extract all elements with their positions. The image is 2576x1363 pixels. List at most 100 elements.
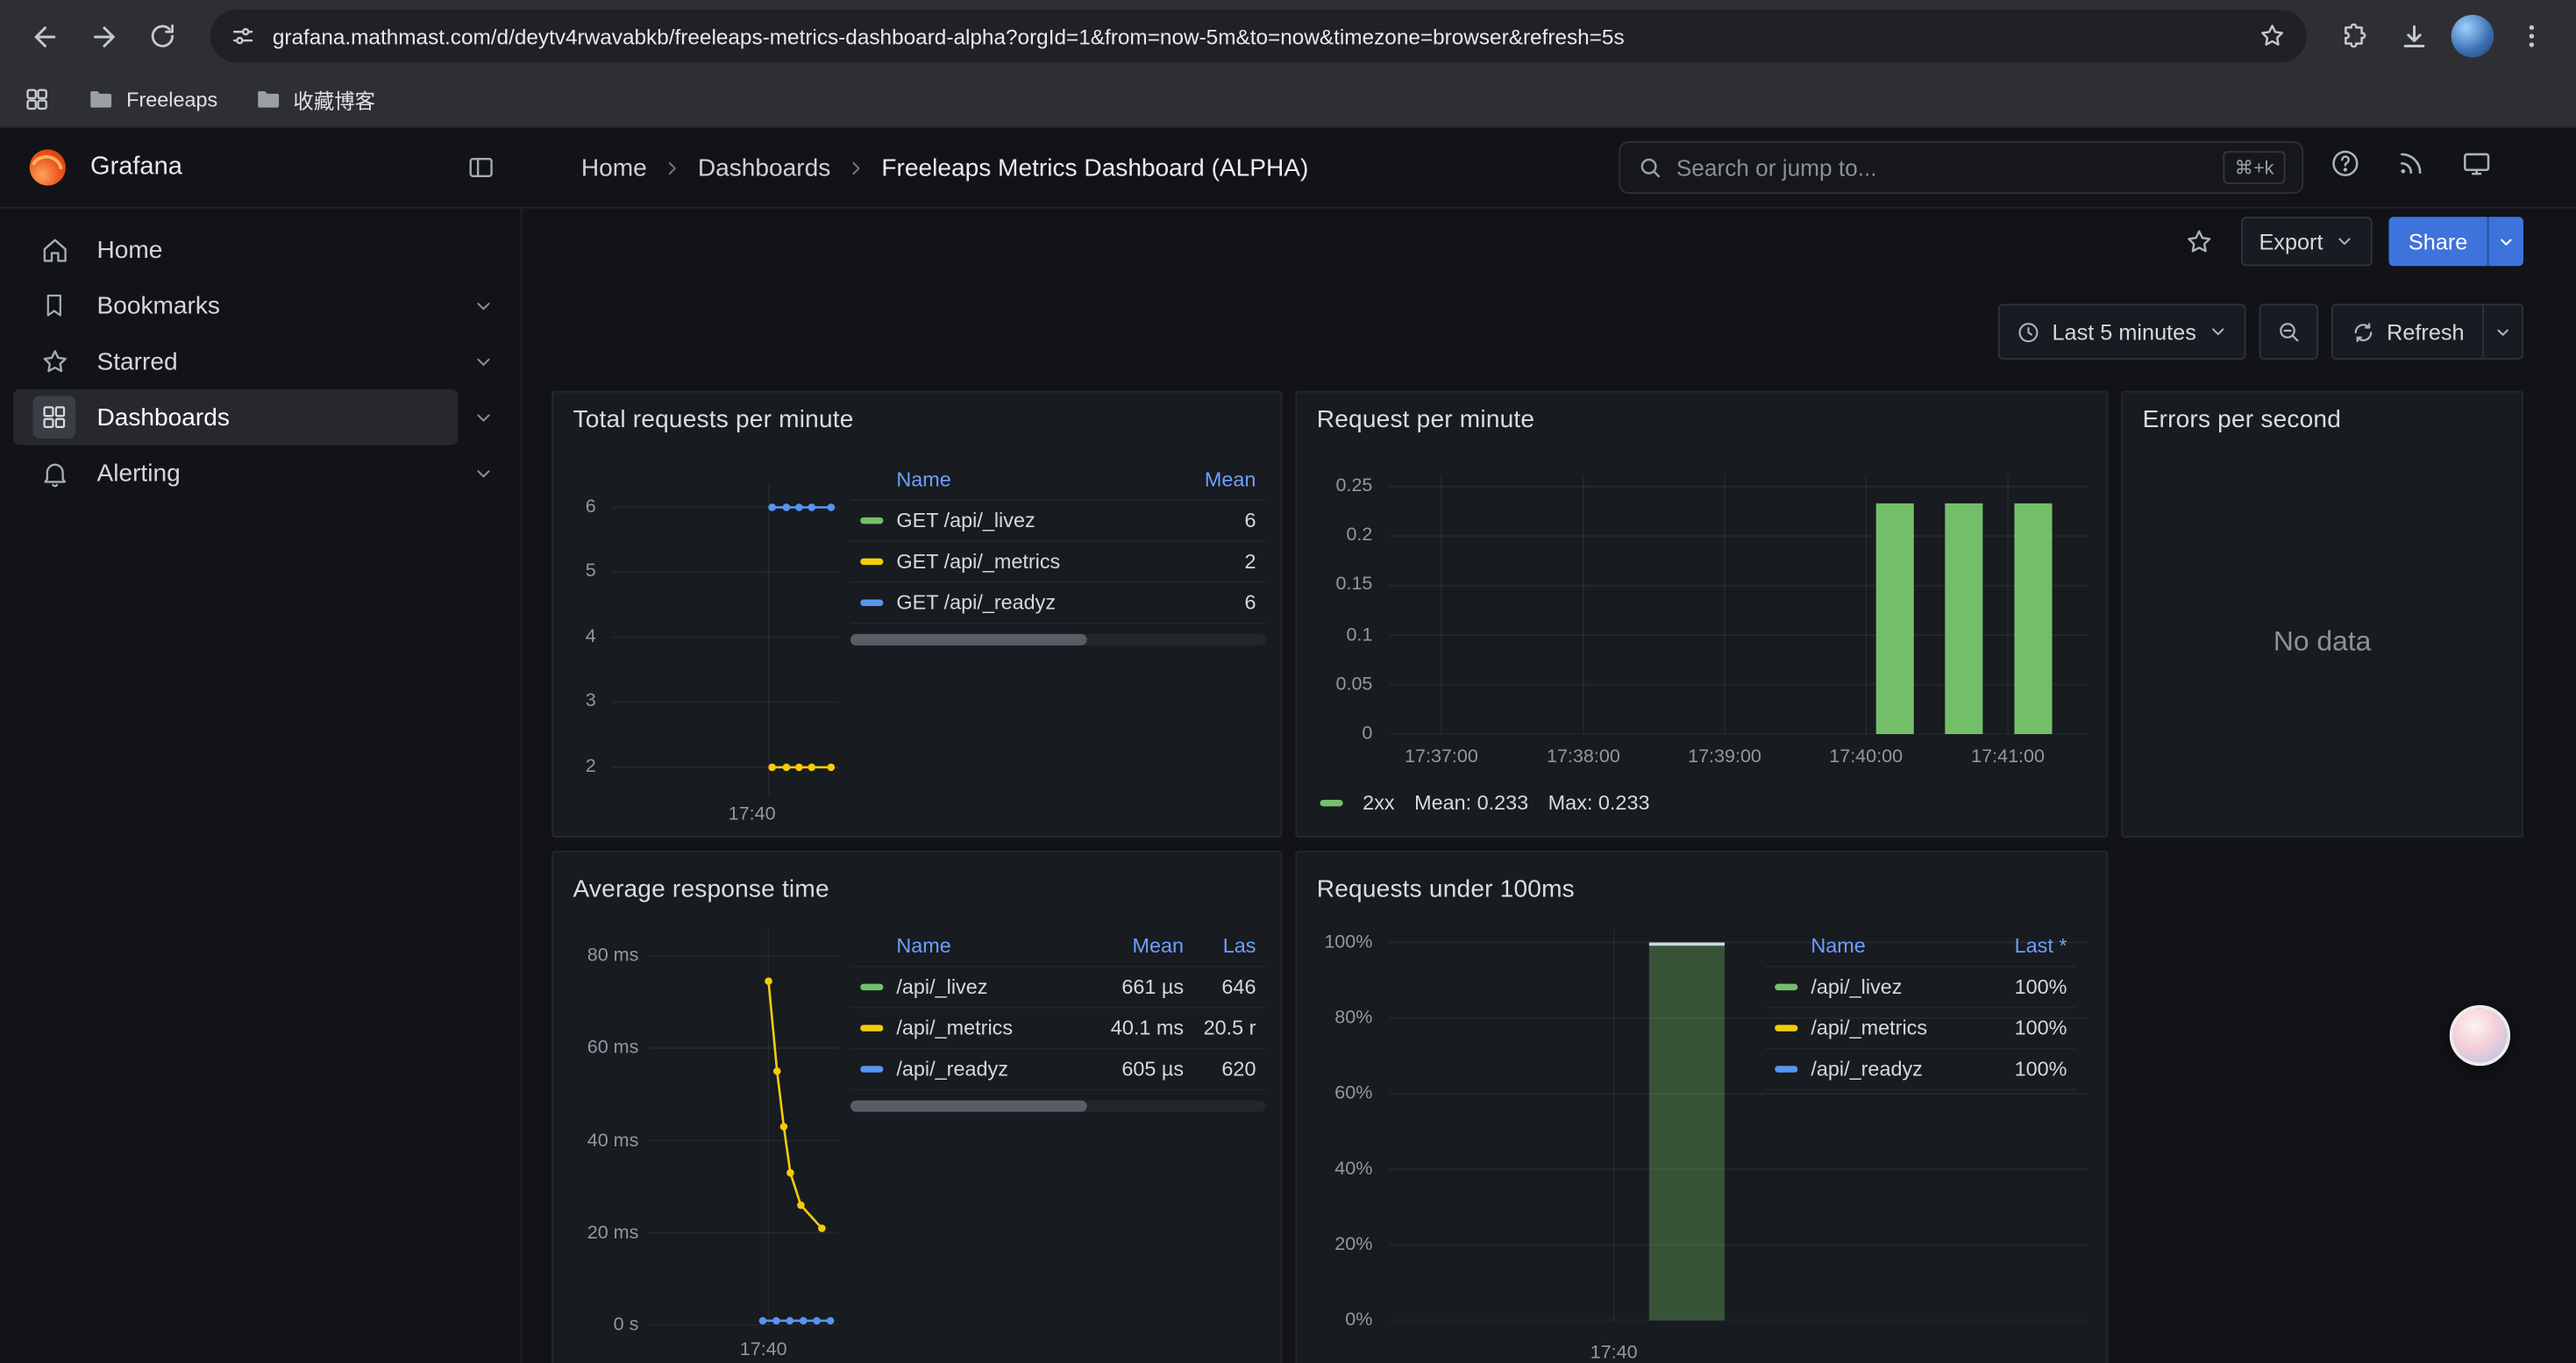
sidebar-item-dashboards[interactable]: Dashboards	[13, 389, 458, 446]
browser-menu-button[interactable]	[2504, 8, 2560, 64]
zoom-out-time-button[interactable]	[2259, 303, 2317, 360]
panel-title[interactable]: Errors per second	[2143, 406, 2341, 434]
reload-button[interactable]	[135, 8, 191, 64]
panel-average-response-time: Average response time 80 ms 60 ms 40 ms …	[551, 851, 1282, 1363]
extensions-button[interactable]	[2326, 8, 2382, 64]
share-menu-button[interactable]	[2487, 217, 2523, 266]
share-button[interactable]: Share	[2388, 217, 2487, 266]
series-name[interactable]: /api/_metrics	[896, 1017, 1082, 1039]
legend-col-mean[interactable]: Mean	[1180, 467, 1256, 490]
bookmark-star-icon[interactable]	[2258, 21, 2288, 51]
share-split-button: Share	[2388, 217, 2523, 266]
legend-col-last[interactable]: Las	[1184, 934, 1256, 957]
series-name[interactable]: /api/_livez	[1811, 975, 1982, 998]
refresh-interval-button[interactable]	[2482, 305, 2522, 358]
legend-col-mean[interactable]: Mean	[1082, 934, 1184, 957]
grafana-logo[interactable]	[26, 146, 69, 189]
kiosk-mode-button[interactable]	[2461, 148, 2493, 188]
export-button[interactable]: Export	[2241, 217, 2373, 266]
legend-row: /api/_readyz 605 µs 620	[850, 1050, 1266, 1091]
breadcrumb-dashboards[interactable]: Dashboards	[698, 153, 830, 182]
expand-bookmarks-button[interactable]	[458, 281, 507, 330]
help-button[interactable]	[2330, 148, 2361, 188]
sidebar-item-home[interactable]: Home	[13, 222, 508, 278]
expand-dashboards-button[interactable]	[458, 393, 507, 442]
floating-avatar-widget[interactable]	[2450, 1005, 2510, 1066]
series-mean-value: 6	[1180, 591, 1256, 614]
expand-alerting-button[interactable]	[458, 448, 507, 497]
sidebar-item-label: Alerting	[96, 459, 180, 487]
y-axis-tick: 40 ms	[587, 1131, 639, 1151]
time-range-picker[interactable]: Last 5 minutes	[1998, 303, 2245, 360]
series-name[interactable]: /api/_readyz	[896, 1058, 1082, 1081]
forward-button[interactable]	[75, 8, 132, 64]
sidebar-item-starred[interactable]: Starred	[13, 333, 458, 389]
search-input[interactable]	[1676, 154, 2210, 181]
legend-col-name[interactable]: Name	[896, 934, 1082, 957]
news-button[interactable]	[2395, 148, 2427, 188]
reload-icon	[148, 21, 178, 51]
sidebar-item-bookmarks[interactable]: Bookmarks	[13, 277, 458, 333]
series-name[interactable]: 2xx	[1363, 792, 1394, 815]
legend-scrollbar[interactable]	[850, 1101, 1266, 1112]
line-chart[interactable]	[649, 928, 839, 1325]
y-axis-tick: 4	[586, 627, 596, 646]
series-name[interactable]: /api/_livez	[896, 975, 1082, 998]
y-axis-tick: 0	[1362, 724, 1372, 744]
url-text[interactable]: grafana.mathmast.com/d/deytv4rwavabkb/fr…	[273, 24, 2241, 48]
refresh-label: Refresh	[2387, 319, 2465, 344]
bar-chart[interactable]	[1389, 475, 2089, 734]
line-chart[interactable]	[612, 484, 838, 796]
bookmark-folder-freeleaps[interactable]: Freeleaps	[87, 85, 217, 113]
panel-title[interactable]: Average response time	[573, 875, 829, 903]
apps-grid-icon[interactable]	[23, 85, 51, 113]
legend-row: /api/_livez 661 µs 646	[850, 967, 1266, 1009]
downloads-button[interactable]	[2386, 8, 2442, 64]
series-color-chip	[860, 1066, 883, 1072]
header-icons	[2330, 148, 2527, 188]
url-bar[interactable]: grafana.mathmast.com/d/deytv4rwavabkb/fr…	[210, 10, 2307, 62]
search-bar[interactable]: ⌘+k	[1619, 141, 2303, 194]
favorite-dashboard-button[interactable]	[2175, 217, 2224, 266]
legend-scrollbar[interactable]	[850, 634, 1266, 646]
site-settings-icon[interactable]	[230, 23, 256, 49]
sidebar-item-alerting[interactable]: Alerting	[13, 445, 458, 501]
expand-starred-button[interactable]	[458, 337, 507, 386]
series-name[interactable]: /api/_metrics	[1811, 1017, 1982, 1039]
grafana-app: Grafana Home Dashboards Freeleaps Metric…	[0, 128, 2576, 1363]
series-name[interactable]: GET /api/_readyz	[896, 591, 1180, 614]
y-axis-tick: 0.05	[1335, 675, 1372, 695]
back-button[interactable]	[17, 8, 73, 64]
sidebar-toggle-button[interactable]	[466, 153, 496, 182]
series-name[interactable]: GET /api/_livez	[896, 509, 1180, 532]
breadcrumb-current[interactable]: Freeleaps Metrics Dashboard (ALPHA)	[881, 153, 1308, 182]
bookmark-folder-blogs[interactable]: 收藏博客	[253, 83, 375, 115]
scrollbar-thumb[interactable]	[850, 1101, 1087, 1112]
series-name[interactable]: GET /api/_metrics	[896, 550, 1180, 573]
search-icon	[1637, 154, 1663, 181]
legend-row: GET /api/_readyz 6	[850, 583, 1266, 624]
bookmark-label: 收藏博客	[293, 83, 375, 115]
legend-col-name[interactable]: Name	[896, 467, 1180, 490]
download-icon	[2398, 20, 2430, 52]
profile-button[interactable]	[2444, 8, 2501, 64]
sidebar-row-dashboards: Dashboards	[13, 389, 508, 446]
scrollbar-thumb[interactable]	[850, 634, 1087, 646]
y-axis-tick: 0.25	[1335, 476, 1372, 496]
series-last-value: 100%	[1982, 1017, 2067, 1039]
panel-title[interactable]: Request per minute	[1317, 406, 1535, 434]
star-icon	[2184, 225, 2216, 257]
legend-row: /api/_metrics 100%	[1765, 1009, 2077, 1050]
panel-title[interactable]: Total requests per minute	[573, 406, 854, 434]
series-name[interactable]: /api/_readyz	[1811, 1058, 1982, 1081]
panel-title[interactable]: Requests under 100ms	[1317, 875, 1575, 903]
refresh-button[interactable]: Refresh	[2332, 305, 2482, 358]
breadcrumb-home[interactable]: Home	[581, 153, 647, 182]
panel-request-per-minute: Request per minute 0.25 0.2 0.15 0.1 0.0…	[1295, 391, 2108, 838]
legend-col-last[interactable]: Last *	[1982, 934, 2067, 957]
x-axis-tick: 17:37:00	[1405, 747, 1478, 767]
legend-col-name[interactable]: Name	[1811, 934, 1982, 957]
legend-header: Name Mean Las	[850, 924, 1266, 967]
legend-header: Name Last *	[1765, 924, 2077, 967]
y-axis-tick: 80 ms	[587, 946, 639, 966]
